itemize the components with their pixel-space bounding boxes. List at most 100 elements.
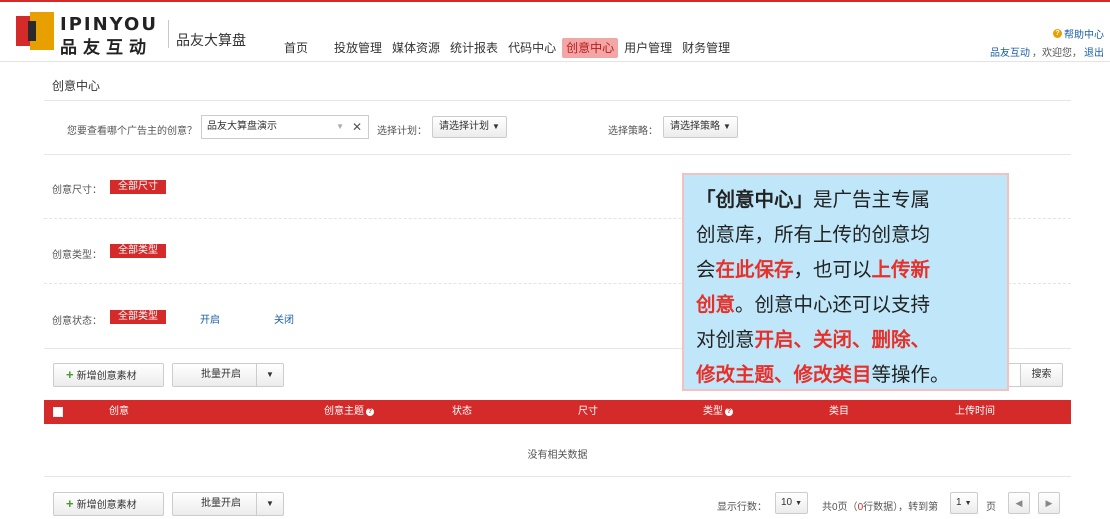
page-select[interactable]: 1 ▼ — [950, 492, 978, 514]
plan-label: 选择计划： — [377, 126, 427, 137]
next-page-button[interactable]: ▶ — [1038, 492, 1060, 514]
add-creative-label: 新增创意素材 — [76, 371, 137, 382]
callout-highlight: 开启、关闭、删除、 — [754, 329, 931, 351]
add-creative-button[interactable]: + 新增创意素材 — [53, 363, 164, 387]
logout-link[interactable]: 退出 — [1084, 44, 1104, 59]
callout-box: 「创意中心」是广告主专属 创意库，所有上传的创意均 会在此保存，也可以上传新 创… — [682, 173, 1009, 391]
callout-text: 等操作。 — [871, 364, 950, 386]
plan-dropdown-label: 请选择计划 — [439, 121, 489, 132]
logo-text-cn: 品友互动 — [60, 38, 152, 57]
caret-down-icon[interactable]: ▼ — [257, 493, 283, 515]
prev-page-button[interactable]: ◀ — [1008, 492, 1030, 514]
col-type-label: 类型 — [703, 406, 723, 417]
table-header: 创意 创意主题? 状态 尺寸 类型? 类目 上传时间 — [44, 400, 1071, 424]
logo-text-en: IPINYOU — [60, 14, 158, 35]
nav-item-users[interactable]: 用户管理 — [620, 38, 676, 58]
help-icon: ? — [1053, 29, 1062, 38]
callout-text: 会 — [696, 259, 716, 281]
callout-line-3: 会在此保存，也可以上传新 — [696, 253, 997, 288]
nav-item-code[interactable]: 代码中心 — [504, 38, 560, 58]
welcome-text: ，欢迎您， — [1032, 48, 1082, 59]
add-creative-button-bottom[interactable]: + 新增创意素材 — [53, 492, 164, 516]
strategy-dropdown[interactable]: 请选择策略 ▼ — [663, 116, 738, 138]
batch-open-button-bottom[interactable]: 批量开启 ▼ — [172, 492, 284, 516]
callout-text: ，也可以 — [793, 259, 872, 281]
col-size: 尺寸 — [578, 406, 598, 417]
callout-line-2: 创意库，所有上传的创意均 — [696, 224, 931, 246]
callout-line-1: 「创意中心」是广告主专属 — [696, 183, 997, 218]
pager-summary-pre: 共0页（ — [822, 502, 858, 513]
help-icon[interactable]: ? — [725, 408, 733, 416]
select-all-checkbox[interactable] — [53, 407, 63, 417]
caret-down-icon: ▼ — [964, 500, 972, 507]
callout-text: 对创意 — [696, 329, 755, 351]
advertiser-value: 品友大算盘演示 — [207, 121, 277, 132]
page-title: 创意中心 — [52, 79, 101, 93]
col-creative: 创意 — [109, 406, 129, 417]
callout-highlight: 修改主题、修改类目 — [696, 364, 872, 386]
nav-item-media[interactable]: 媒体资源 — [388, 38, 444, 58]
caret-down-icon: ▼ — [492, 122, 500, 131]
help-label: 帮助中心 — [1064, 30, 1104, 41]
nav-item-finance[interactable]: 财务管理 — [678, 38, 734, 58]
page-suffix: 页 — [986, 502, 996, 513]
help-icon[interactable]: ? — [366, 408, 374, 416]
advertiser-label: 您要查看哪个广告主的创意？ — [67, 126, 197, 137]
app-name: 品友大算盘 — [176, 32, 246, 48]
user-name-link[interactable]: 品友互动 — [990, 44, 1030, 59]
nav-item-creative[interactable]: 创意中心 — [562, 38, 619, 58]
user-row: 品友互动 ，欢迎您， 退出 — [990, 44, 1104, 59]
type-label: 创意类型： — [52, 250, 102, 261]
strategy-dropdown-label: 请选择策略 — [670, 121, 720, 132]
callout-line-5: 对创意开启、关闭、删除、 — [696, 323, 997, 358]
plus-icon: + — [66, 367, 74, 382]
status-label: 创意状态： — [52, 316, 102, 327]
divider — [44, 154, 1071, 155]
status-chip-all[interactable]: 全部类型 — [110, 310, 166, 324]
help-link[interactable]: ? 帮助中心 — [1053, 26, 1104, 41]
nav-item-home[interactable]: 首页 — [280, 38, 312, 58]
callout-highlight: 创意 — [696, 294, 736, 316]
rows-per-page-select[interactable]: 10 ▼ — [775, 492, 809, 514]
batch-open-label: 批量开启 — [173, 364, 257, 386]
strategy-label: 选择策略： — [608, 126, 658, 137]
empty-message: 没有相关数据 — [527, 450, 588, 461]
add-creative-label: 新增创意素材 — [76, 500, 137, 511]
clear-icon[interactable]: ✕ — [352, 116, 362, 138]
callout-highlight: 上传新 — [871, 259, 931, 281]
callout-line-6: 修改主题、修改类目等操作。 — [696, 358, 997, 393]
type-chip-all[interactable]: 全部类型 — [110, 244, 166, 258]
col-upload-time: 上传时间 — [955, 406, 995, 417]
col-status: 状态 — [452, 406, 472, 417]
caret-down-icon[interactable]: ▼ — [257, 364, 283, 386]
page-select-value: 1 — [956, 497, 962, 508]
pager-summary-post: 行数据），转到第 — [863, 502, 939, 513]
plus-icon: + — [66, 496, 74, 511]
caret-down-icon: ▼ — [723, 122, 731, 131]
pager-summary: 共0页（0行数据），转到第 — [822, 498, 938, 513]
advertiser-select[interactable]: 品友大算盘演示 ▼ ✕ — [201, 115, 369, 139]
nav-item-reports[interactable]: 统计报表 — [446, 38, 502, 58]
col-theme-label: 创意主题 — [324, 406, 364, 417]
col-type: 类型? — [703, 400, 733, 424]
callout-text: 。创意中心还可以支持 — [735, 294, 931, 316]
plan-dropdown[interactable]: 请选择计划 ▼ — [432, 116, 507, 138]
caret-down-icon: ▼ — [795, 500, 803, 507]
logo-divider — [168, 20, 169, 48]
rows-per-page-value: 10 — [781, 497, 793, 508]
nav-item-delivery[interactable]: 投放管理 — [330, 38, 386, 58]
callout-highlight: 在此保存 — [715, 259, 794, 281]
rows-label: 显示行数： — [717, 502, 767, 513]
callout-line-4: 创意。创意中心还可以支持 — [696, 288, 997, 323]
status-on-link[interactable]: 开启 — [200, 311, 220, 326]
batch-open-button[interactable]: 批量开启 ▼ — [172, 363, 284, 387]
main-nav: 首页 投放管理 媒体资源 统计报表 代码中心 创意中心 用户管理 财务管理 — [280, 38, 736, 58]
status-off-link[interactable]: 关闭 — [274, 311, 294, 326]
size-chip-all[interactable]: 全部尺寸 — [110, 180, 166, 194]
col-theme: 创意主题? — [324, 400, 374, 424]
callout-title: 「创意中心」 — [696, 189, 814, 211]
logo-icon — [16, 12, 54, 50]
search-button[interactable]: 搜索 — [1020, 363, 1063, 387]
size-label: 创意尺寸： — [52, 185, 102, 196]
chevron-down-icon: ▼ — [336, 122, 344, 131]
